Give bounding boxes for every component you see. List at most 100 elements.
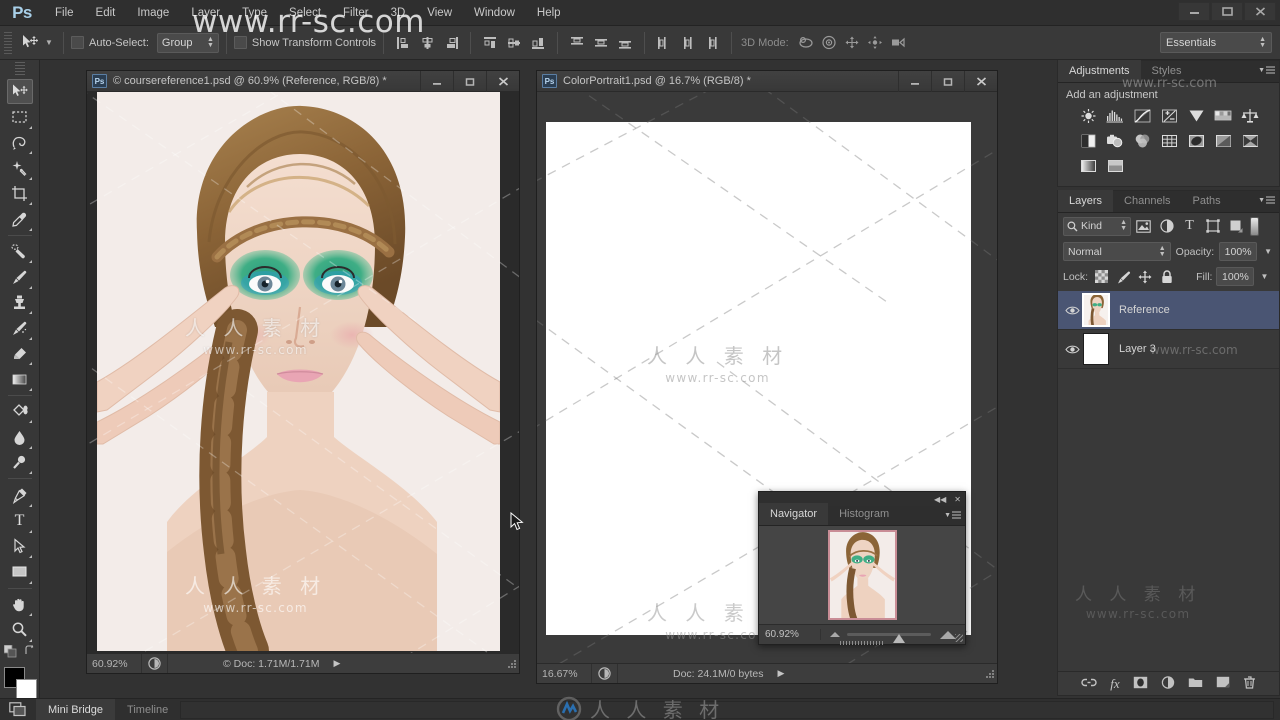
- hue-saturation-icon[interactable]: [1211, 105, 1235, 127]
- spot-healing-brush-tool[interactable]: [7, 239, 33, 265]
- document-maximize-button[interactable]: [931, 71, 964, 92]
- layer-row-reference[interactable]: Reference: [1058, 291, 1279, 330]
- layers-panel-menu-icon[interactable]: ▼: [1258, 196, 1275, 204]
- close-button[interactable]: [1244, 2, 1276, 21]
- move-tool-icon[interactable]: [16, 31, 42, 55]
- align-right-edges-icon[interactable]: [439, 32, 463, 54]
- opacity-chevron-down-icon[interactable]: ▼: [1262, 247, 1274, 256]
- collapse-icon[interactable]: ◀◀: [934, 495, 946, 504]
- minimize-button[interactable]: [1178, 2, 1210, 21]
- type-layers-filter-icon[interactable]: T: [1179, 216, 1200, 236]
- menu-3d[interactable]: 3D: [380, 0, 417, 26]
- smart-object-filter-icon[interactable]: [1225, 216, 1246, 236]
- brush-tool[interactable]: [7, 264, 33, 290]
- zoom-tool[interactable]: [7, 617, 33, 643]
- document-title-bar-reference[interactable]: Ps © coursereference1.psd @ 60.9% (Refer…: [87, 71, 519, 92]
- align-vertical-centers-icon[interactable]: [502, 32, 526, 54]
- slider-knob[interactable]: [893, 633, 905, 643]
- history-brush-tool[interactable]: [7, 315, 33, 341]
- distribute-vertical-centers-icon[interactable]: [589, 32, 613, 54]
- quick-selection-tool[interactable]: [7, 155, 33, 181]
- adjustments-panel-menu-icon[interactable]: ▼: [1258, 66, 1275, 74]
- hand-tool[interactable]: [7, 592, 33, 618]
- blend-mode-dropdown[interactable]: Normal ▲ ▼: [1063, 242, 1171, 261]
- dodge-tool[interactable]: [7, 450, 33, 476]
- curves-icon[interactable]: [1130, 105, 1154, 127]
- paint-bucket-tool[interactable]: [7, 399, 33, 425]
- distribute-horizontal-centers-icon[interactable]: [676, 32, 700, 54]
- rectangle-tool[interactable]: [7, 559, 33, 585]
- align-left-edges-icon[interactable]: [391, 32, 415, 54]
- pen-tool[interactable]: [7, 482, 33, 508]
- maximize-button[interactable]: [1211, 2, 1243, 21]
- zoom-out-icon[interactable]: [830, 632, 840, 637]
- layer-filter-kind-dropdown[interactable]: Kind ▲ ▼: [1063, 216, 1131, 236]
- zoom-level-reference[interactable]: 60.92%: [87, 654, 142, 673]
- document-close-button[interactable]: [964, 71, 997, 92]
- lock-position-icon[interactable]: [1136, 268, 1154, 286]
- document-maximize-button[interactable]: [453, 71, 486, 92]
- align-top-edges-icon[interactable]: [478, 32, 502, 54]
- swap-colors-icon[interactable]: [24, 645, 36, 660]
- exposure-icon[interactable]: [1157, 105, 1181, 127]
- menu-window[interactable]: Window: [463, 0, 526, 26]
- document-close-button[interactable]: [486, 71, 519, 92]
- zoom-level-colorportrait[interactable]: 16.67%: [537, 664, 592, 683]
- invert-icon[interactable]: [1184, 130, 1208, 152]
- resize-grip[interactable]: [507, 658, 517, 669]
- gradient-map-icon[interactable]: [1076, 155, 1100, 177]
- threshold-icon[interactable]: [1238, 130, 1262, 152]
- workspace-dropdown[interactable]: Essentials ▲ ▼: [1160, 32, 1272, 53]
- crop-tool[interactable]: [7, 181, 33, 207]
- navigator-panel-menu-icon[interactable]: ▼: [944, 511, 961, 519]
- menu-select[interactable]: Select: [278, 0, 332, 26]
- close-icon[interactable]: ✕: [954, 495, 961, 504]
- distribute-left-edges-icon[interactable]: [652, 32, 676, 54]
- delete-layer-icon[interactable]: [1243, 675, 1256, 692]
- tab-layers[interactable]: Layers: [1058, 190, 1114, 212]
- auto-select-checkbox[interactable]: [71, 36, 84, 49]
- selective-color-icon[interactable]: [1103, 155, 1127, 177]
- navigator-bottom-grip[interactable]: [840, 641, 884, 645]
- menu-view[interactable]: View: [416, 0, 463, 26]
- tab-timeline[interactable]: Timeline: [115, 699, 180, 720]
- posterize-icon[interactable]: [1211, 130, 1235, 152]
- lock-all-icon[interactable]: [1158, 268, 1176, 286]
- background-color-swatch[interactable]: [15, 678, 37, 700]
- layer-thumbnail-layer3[interactable]: [1083, 333, 1109, 365]
- scale-3d-icon[interactable]: [887, 32, 910, 54]
- black-white-icon[interactable]: [1076, 130, 1100, 152]
- color-lookup-icon[interactable]: [1157, 130, 1181, 152]
- filter-toggle-switch[interactable]: [1250, 216, 1259, 236]
- navigator-resize-grip[interactable]: [955, 634, 963, 642]
- tab-mini-bridge[interactable]: Mini Bridge: [36, 698, 116, 720]
- photo-filter-icon[interactable]: [1103, 130, 1127, 152]
- new-adjustment-layer-icon[interactable]: [1161, 675, 1175, 692]
- distribute-right-edges-icon[interactable]: [700, 32, 724, 54]
- options-bar-grip[interactable]: [4, 31, 12, 54]
- status-menu-arrow-icon[interactable]: ▶: [333, 658, 340, 669]
- preview-arrow-icon[interactable]: [592, 664, 618, 683]
- layer-visibility-toggle[interactable]: [1061, 305, 1083, 316]
- auto-select-scope-dropdown[interactable]: Group ▲ ▼: [156, 32, 219, 53]
- tab-navigator[interactable]: Navigator: [759, 503, 829, 525]
- tab-channels[interactable]: Channels: [1113, 190, 1181, 212]
- layer-mask-icon[interactable]: [1133, 676, 1148, 692]
- clone-stamp-tool[interactable]: [7, 290, 33, 316]
- tool-preset-chevron-icon[interactable]: ▼: [42, 38, 56, 47]
- document-minimize-button[interactable]: [898, 71, 931, 92]
- status-menu-arrow-icon[interactable]: ▶: [777, 668, 784, 679]
- menu-file[interactable]: File: [44, 0, 85, 26]
- layer-row-layer3[interactable]: Layer 3: [1058, 330, 1279, 369]
- shape-layers-filter-icon[interactable]: [1202, 216, 1223, 236]
- adjustment-layers-filter-icon[interactable]: [1156, 216, 1177, 236]
- zoom-in-icon[interactable]: [940, 630, 956, 639]
- rectangular-marquee-tool[interactable]: [7, 104, 33, 130]
- lasso-tool[interactable]: [7, 130, 33, 156]
- horizontal-type-tool[interactable]: T: [7, 508, 33, 534]
- tab-styles[interactable]: Styles: [1141, 60, 1193, 82]
- launch-mini-bridge-icon[interactable]: [0, 699, 36, 720]
- rotate-3d-icon[interactable]: [795, 32, 818, 54]
- menu-help[interactable]: Help: [526, 0, 572, 26]
- tools-panel-grip[interactable]: [14, 62, 25, 76]
